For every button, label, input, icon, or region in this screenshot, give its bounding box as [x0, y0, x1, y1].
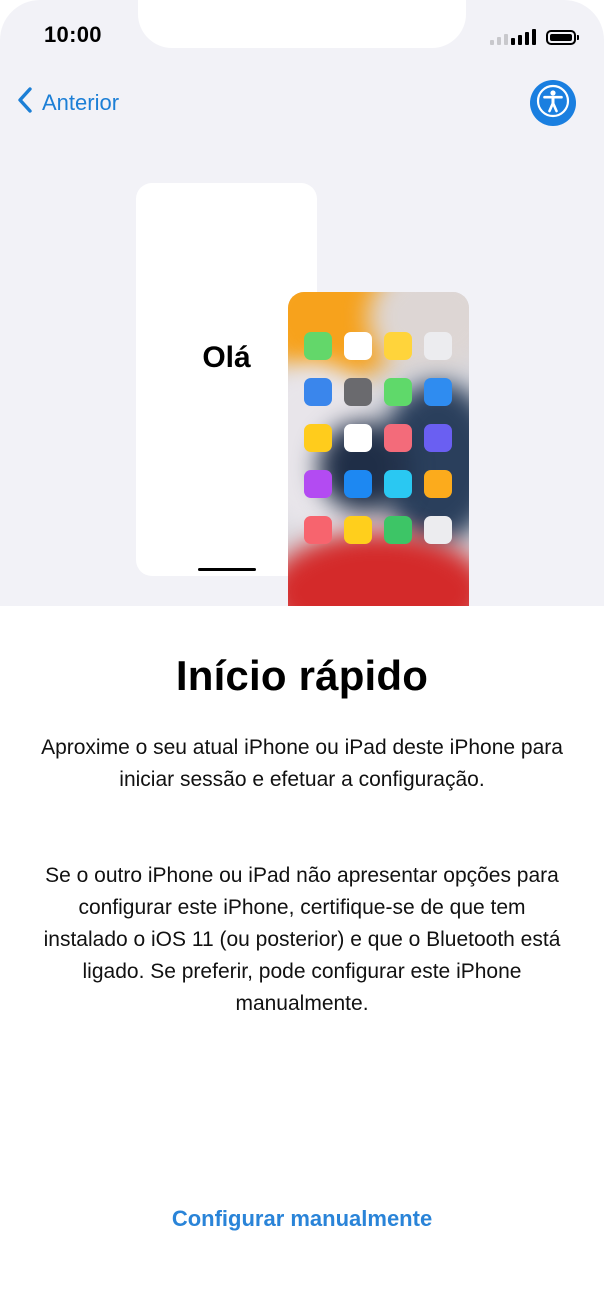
app-icon: [384, 424, 412, 452]
page-title: Início rápido: [175, 652, 429, 699]
accessibility-button[interactable]: [530, 80, 576, 126]
app-icon: [304, 424, 332, 452]
battery-icon: [546, 30, 579, 45]
app-icon: [384, 516, 412, 544]
app-icon: [424, 516, 452, 544]
back-button[interactable]: Anterior: [16, 86, 119, 119]
app-icon: [384, 470, 412, 498]
app-icon: [304, 470, 332, 498]
app-icon-grid: [304, 332, 452, 544]
screen: 10:00 Anterior Olá Início rápido Aproxim…: [0, 0, 604, 1310]
app-icon: [304, 378, 332, 406]
status-time: 10:00: [44, 22, 102, 47]
status-icons: [490, 25, 579, 45]
app-icon: [304, 516, 332, 544]
app-icon: [344, 424, 372, 452]
signal-icon: [490, 29, 536, 45]
notch: [138, 0, 466, 48]
app-icon: [424, 470, 452, 498]
manual-setup-button[interactable]: Configurar manualmente: [0, 1206, 604, 1232]
app-icon: [424, 378, 452, 406]
app-icon: [344, 470, 372, 498]
back-label: Anterior: [42, 89, 120, 115]
chevron-left-icon: [16, 86, 34, 119]
app-icon: [344, 332, 372, 360]
app-icon: [344, 516, 372, 544]
app-icon: [384, 332, 412, 360]
accessibility-icon: [535, 83, 571, 124]
app-icon: [344, 378, 372, 406]
app-icon: [304, 332, 332, 360]
illustration-area: 10:00 Anterior Olá: [0, 0, 604, 606]
home-indicator: [198, 568, 256, 571]
app-icon: [384, 378, 412, 406]
app-icon: [424, 332, 452, 360]
description-paragraph-1: Aproxime o seu atual iPhone ou iPad dest…: [41, 736, 563, 791]
description-paragraph-2: Se o outro iPhone ou iPad não apresentar…: [43, 864, 561, 1015]
home-screen-phone-illustration: [288, 292, 469, 606]
app-icon: [424, 424, 452, 452]
